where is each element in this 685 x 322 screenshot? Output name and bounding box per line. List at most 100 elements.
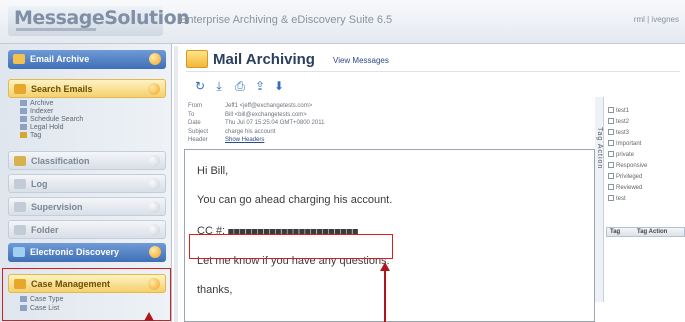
tag-item[interactable]: test2	[608, 118, 629, 126]
header-row: Header Show Headers	[188, 136, 588, 145]
folder-icon	[14, 225, 26, 235]
view-messages-link[interactable]: View Messages	[333, 56, 389, 65]
header-links[interactable]: rml | ivegnes	[634, 15, 679, 24]
move-down-icon[interactable]: ⬇	[272, 79, 286, 93]
sub-label: Tag	[30, 132, 42, 139]
expand-orb-icon[interactable]	[148, 201, 160, 213]
date-row: Date Thu Jul 07 15:25:04 GMT+0800 2011	[188, 119, 588, 128]
to-label: To	[188, 111, 195, 118]
folder-icon	[13, 54, 25, 64]
pane-splitter[interactable]	[174, 46, 178, 322]
tag-label: Important	[616, 141, 642, 147]
expand-orb-icon[interactable]	[148, 178, 160, 190]
tag-label: private	[616, 152, 635, 158]
checkbox[interactable]	[608, 118, 614, 124]
nav-label: Log	[31, 179, 48, 189]
expand-orb-icon[interactable]	[148, 224, 160, 236]
sidebar-item-indexer[interactable]: Indexer	[20, 108, 53, 115]
sub-label: Indexer	[30, 108, 54, 115]
nav-label: Email Archive	[30, 54, 90, 64]
tag-item[interactable]: test3	[608, 129, 629, 137]
supervision-icon	[14, 202, 26, 212]
message-header-fields: From Jeff1 <jeff@exchangetests.com> To B…	[188, 102, 588, 145]
sidebar-item-archive[interactable]: Archive	[20, 100, 53, 107]
date-value: Thu Jul 07 15:25:04 GMT+0800 2011	[225, 120, 325, 126]
checkbox[interactable]	[608, 173, 614, 179]
checkbox[interactable]	[608, 129, 614, 135]
legal-hold-icon	[20, 124, 27, 130]
nav-label: Folder	[31, 225, 59, 235]
nav-supervision[interactable]: Supervision	[8, 197, 166, 216]
tag-panel: Tag Action test1 test2 test3 Important p…	[595, 97, 685, 322]
download-icon[interactable]: ⤓	[212, 79, 226, 93]
collapse-orb-icon[interactable]	[148, 83, 160, 95]
page-title: Mail Archiving	[213, 51, 315, 68]
tag-label: Reviewed	[616, 185, 643, 191]
tag-item[interactable]: Responsive	[608, 162, 647, 170]
checkbox[interactable]	[608, 151, 614, 157]
tag-panel-scrollbar[interactable]: Tag Action	[595, 97, 604, 302]
nav-label: Search Emails	[31, 84, 93, 94]
tag-item[interactable]: test1	[608, 107, 629, 115]
expand-orb-icon[interactable]	[149, 53, 161, 65]
nav-electronic-discovery[interactable]: Electronic Discovery	[8, 243, 166, 262]
indexer-icon	[20, 108, 27, 114]
tag-item[interactable]: Important	[608, 140, 641, 148]
nav-log[interactable]: Log	[8, 174, 166, 193]
nav-classification[interactable]: Classification	[8, 151, 166, 170]
date-label: Date	[188, 120, 201, 126]
from-value: Jeff1 <jeff@exchangetests.com>	[225, 103, 313, 109]
show-headers-link[interactable]: Show Headers	[225, 136, 264, 145]
tag-item[interactable]: Privileged	[608, 173, 642, 181]
sub-label: Schedule Search	[30, 116, 84, 123]
schedule-icon	[20, 116, 27, 122]
body-line-1: You can go ahead charging his account.	[197, 194, 393, 206]
checkbox[interactable]	[608, 184, 614, 190]
tag-item[interactable]: test	[608, 195, 626, 203]
expand-orb-icon[interactable]	[149, 246, 161, 258]
refresh-icon[interactable]: ↻	[193, 79, 207, 93]
tag-action-column-header[interactable]: Tag Action	[637, 229, 667, 235]
tag-item[interactable]: private	[608, 151, 634, 159]
mail-folder-icon	[186, 50, 208, 68]
subject-row: Subject charge his account	[188, 128, 588, 137]
classification-icon	[14, 156, 26, 166]
logo[interactable]: MessageSolution	[8, 6, 190, 36]
sidebar-item-schedule-search[interactable]: Schedule Search	[20, 116, 83, 123]
annotation-arrow-head	[380, 262, 390, 271]
tag-column-header[interactable]: Tag	[610, 229, 620, 235]
tag-label: test3	[616, 130, 630, 136]
search-folder-icon	[14, 84, 26, 94]
tag-item[interactable]: Reviewed	[608, 184, 642, 192]
print-icon[interactable]: ⎙	[233, 79, 247, 93]
annotation-arrow-head	[144, 312, 154, 321]
archive-icon	[20, 100, 27, 106]
nav-email-archive[interactable]: Email Archive	[8, 50, 166, 69]
checkbox[interactable]	[608, 195, 614, 201]
nav-search-emails[interactable]: Search Emails	[8, 79, 166, 98]
from-label: From	[188, 103, 202, 109]
divider	[186, 71, 680, 72]
annotation-arrow-line	[384, 270, 386, 322]
subject-value: charge his account	[225, 128, 276, 135]
to-value: Bill <bill@exchangetests.com>	[225, 111, 307, 118]
checkbox[interactable]	[608, 140, 614, 146]
nav-label: Classification	[31, 156, 90, 166]
signoff: thanks,	[197, 284, 233, 296]
subject-label: Subject	[188, 128, 209, 135]
export-icon[interactable]: ⇪	[253, 79, 267, 93]
sub-label: Archive	[30, 100, 54, 107]
suite-title: Enterprise Archiving & eDiscovery Suite …	[180, 14, 393, 26]
nav-label: Supervision	[31, 202, 83, 212]
checkbox[interactable]	[608, 107, 614, 113]
sidebar-item-legal-hold[interactable]: Legal Hold	[20, 124, 63, 131]
expand-orb-icon[interactable]	[148, 155, 160, 167]
tag-label: Responsive	[616, 163, 648, 169]
nav-folder[interactable]: Folder	[8, 220, 166, 239]
greeting: Hi Bill,	[197, 165, 229, 177]
app-header: MessageSolution Enterprise Archiving & e…	[0, 0, 685, 44]
checkbox[interactable]	[608, 162, 614, 168]
tag-label: Privileged	[616, 174, 643, 180]
sidebar-item-tag[interactable]: Tag	[20, 132, 41, 139]
discovery-icon	[13, 247, 25, 257]
